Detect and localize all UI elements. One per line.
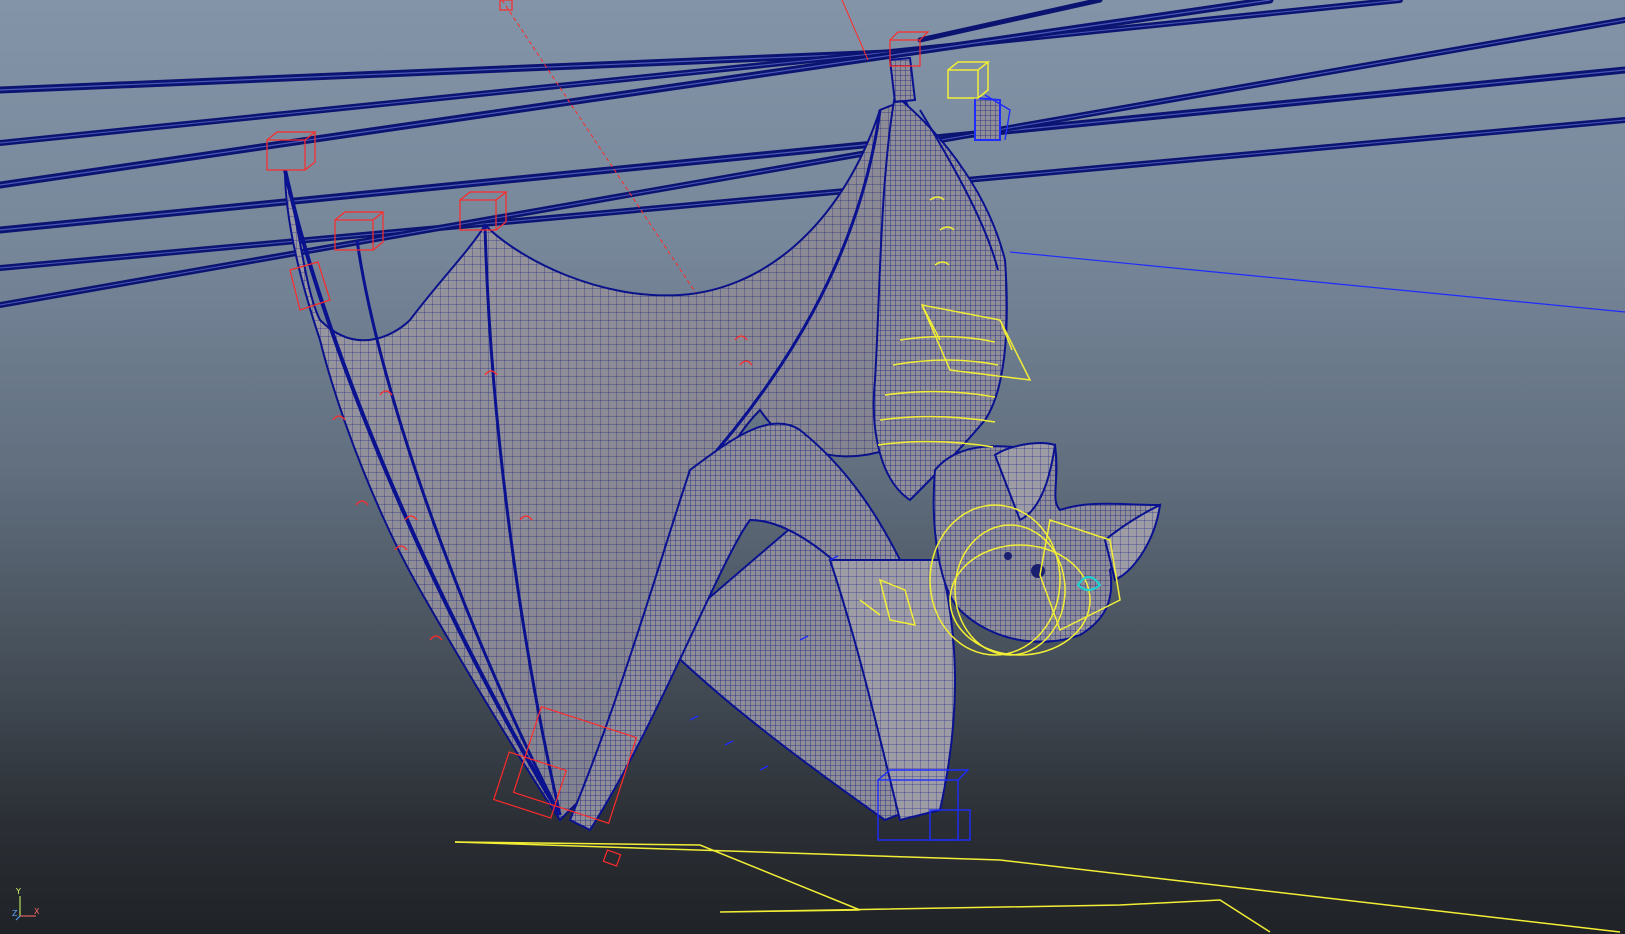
3d-viewport[interactable]: Y Z X: [0, 0, 1625, 934]
viewport-scene[interactable]: [0, 0, 1625, 934]
axis-x-label: X: [34, 907, 40, 916]
axis-y-label: Y: [16, 887, 21, 896]
axis-gizmo-icon: Y Z X: [12, 888, 46, 922]
axis-z-label: Z: [12, 909, 18, 918]
